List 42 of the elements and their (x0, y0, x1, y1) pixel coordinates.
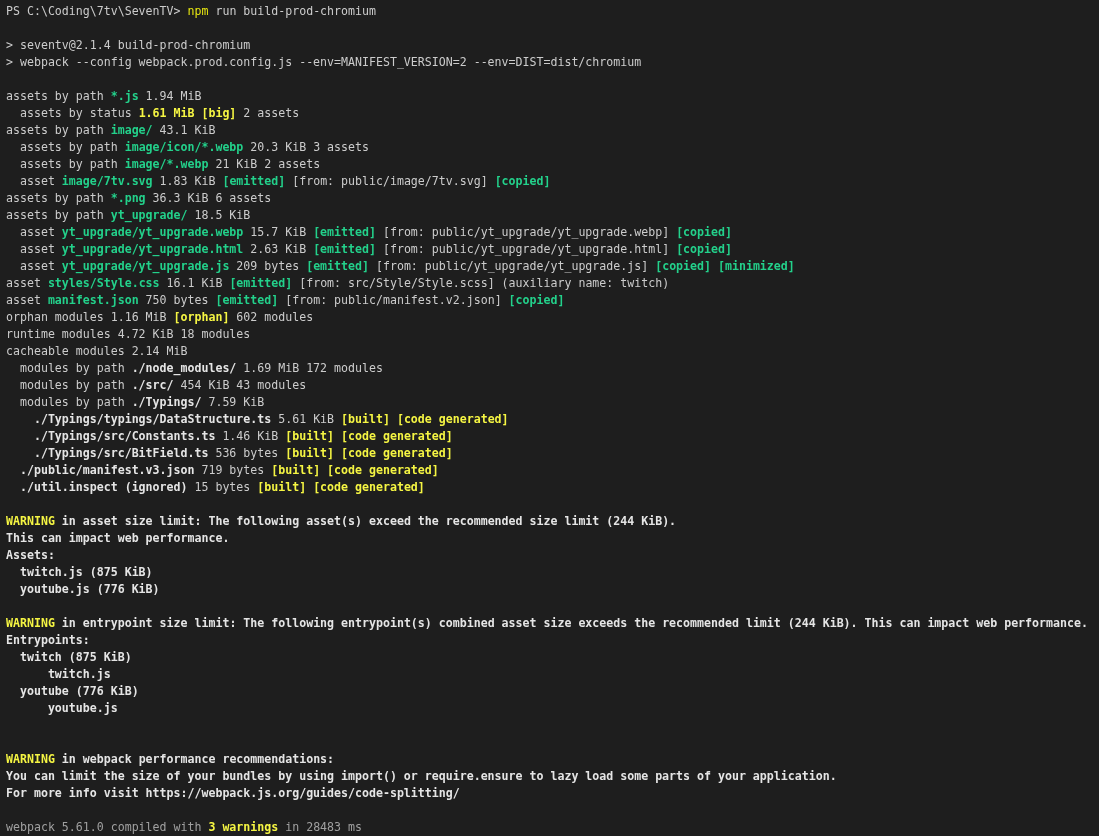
terminal-line: cacheable modules 2.14 MiB (6, 344, 188, 358)
terminal-line: asset styles/Style.css 16.1 KiB [emitted] [from: src/Style/Style.scss] (auxiliary name: twitch) (6, 276, 670, 290)
terminal-line: > seventv@2.1.4 build-prod-chromium (6, 38, 251, 52)
terminal-line: PS C:\Coding\7tv\SevenTV> npm run build-prod-chromium (6, 4, 376, 18)
terminal-line: WARNING in entrypoint size limit: The following entrypoint(s) combined asset size exceeds the recommended limit (244 KiB). This can impact web performance. (6, 616, 1088, 630)
terminal-line: Entrypoints: (6, 633, 90, 647)
terminal-line: youtube.js (46, 701, 118, 715)
terminal-line: assets by status 1.61 MiB [big] 2 assets (18, 106, 300, 120)
terminal-line: ./public/manifest.v3.json 719 bytes [built] [code generated] (18, 463, 439, 477)
terminal-line: assets by path *.js 1.94 MiB (6, 89, 202, 103)
terminal-line: asset yt_upgrade/yt_upgrade.webp 15.7 KiB [emitted] [from: public/yt_upgrade/yt_upgrade.webp] [copied] (18, 225, 732, 239)
terminal-line: asset yt_upgrade/yt_upgrade.html 2.63 KiB [emitted] [from: public/yt_upgrade/yt_upgrade.html] [copied] (18, 242, 732, 256)
terminal-line: assets by path *.png 36.3 KiB 6 assets (6, 191, 272, 205)
terminal-line: modules by path ./Typings/ 7.59 KiB (18, 395, 265, 409)
terminal-line: asset yt_upgrade/yt_upgrade.js 209 bytes [emitted] [from: public/yt_upgrade/yt_upgrade.js] [copied] [minimized] (18, 259, 795, 273)
terminal-line: twitch (875 KiB) (18, 650, 132, 664)
terminal-line: asset image/7tv.svg 1.83 KiB [emitted] [from: public/image/7tv.svg] [copied] (18, 174, 551, 188)
terminal-line: youtube (776 KiB) (18, 684, 139, 698)
terminal-line: modules by path ./src/ 454 KiB 43 modules (18, 378, 307, 392)
terminal-line: ./Typings/typings/DataStructure.ts 5.61 KiB [built] [code generated] (32, 412, 509, 426)
terminal-line: ./Typings/src/BitField.ts 536 bytes [built] [code generated] (32, 446, 453, 460)
terminal-line: > webpack --config webpack.prod.config.js --env=MANIFEST_VERSION=2 --env=DIST=dist/chromium (6, 55, 642, 69)
terminal-line: runtime modules 4.72 KiB 18 modules (6, 327, 251, 341)
terminal-line: assets by path image/ 43.1 KiB (6, 123, 216, 137)
terminal-line: orphan modules 1.16 MiB [orphan] 602 modules (6, 310, 314, 324)
terminal-line: webpack 5.61.0 compiled with 3 warnings in 28483 ms (6, 820, 362, 834)
terminal-line: Assets: (6, 548, 55, 562)
terminal-line: twitch.js (875 KiB) (18, 565, 153, 579)
terminal-line: ./util.inspect (ignored) 15 bytes [built] [code generated] (18, 480, 425, 494)
terminal-line: assets by path image/icon/*.webp 20.3 KiB 3 assets (18, 140, 369, 154)
terminal-line: For more info visit https://webpack.js.org/guides/code-splitting/ (6, 786, 460, 800)
terminal-line: ./Typings/src/Constants.ts 1.46 KiB [built] [code generated] (32, 429, 453, 443)
terminal-line: assets by path image/*.webp 21 KiB 2 assets (18, 157, 321, 171)
terminal-line: modules by path ./node_modules/ 1.69 MiB 172 modules (18, 361, 383, 375)
terminal-line: You can limit the size of your bundles by using import() or require.ensure to lazy load some parts of your application. (6, 769, 837, 783)
terminal-line: This can impact web performance. (6, 531, 230, 545)
terminal-line: twitch.js (46, 667, 111, 681)
terminal-line: assets by path yt_upgrade/ 18.5 KiB (6, 208, 251, 222)
terminal-line: asset manifest.json 750 bytes [emitted] [from: public/manifest.v2.json] [copied] (6, 293, 565, 307)
terminal-line: WARNING in asset size limit: The following asset(s) exceed the recommended size limit (244 KiB). (6, 514, 677, 528)
terminal-line: youtube.js (776 KiB) (18, 582, 160, 596)
terminal-line: WARNING in webpack performance recommendations: (6, 752, 335, 766)
